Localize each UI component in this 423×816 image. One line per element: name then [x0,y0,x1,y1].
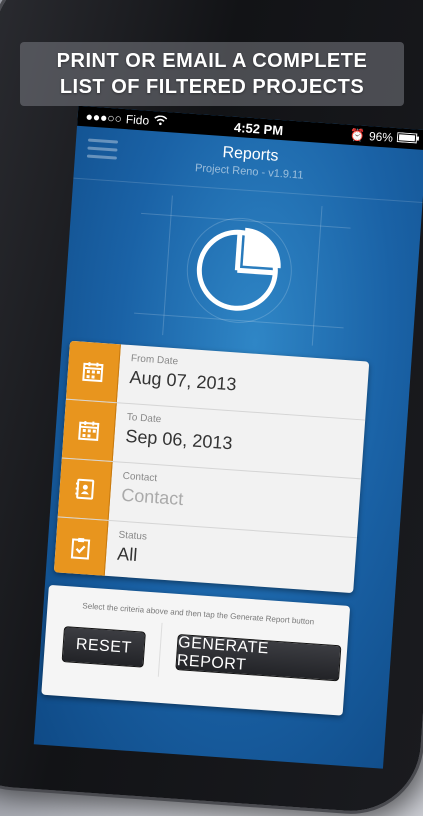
carrier-name: Fido [125,112,149,128]
calendar-icon [66,341,121,402]
clipboard-check-icon [54,517,109,578]
signal-icon: ●●●○○ [85,109,122,125]
instruction-text: Select the criteria above and then tap t… [47,599,349,629]
banner-line-2: LIST OF FILTERED PROJECTS [60,74,364,100]
from-date-label: From Date [131,353,179,367]
banner-line-1: PRINT OR EMAIL A COMPLETE [57,48,368,74]
wifi-icon [153,114,168,129]
pie-chart-icon [63,179,423,353]
alarm-icon: ⏰ [350,128,366,143]
contact-value: Contact [121,485,184,510]
reset-button[interactable]: RESET [62,626,146,668]
calendar-icon [62,400,117,461]
to-date-label: To Date [126,412,161,425]
status-label: Status [118,530,147,543]
phone-screen: ●●●○○ Fido 4:52 PM ⏰ 96% Reports Project… [34,106,423,769]
status-value: All [117,544,138,566]
to-date-value: Sep 06, 2013 [125,426,233,454]
battery-icon [396,131,419,147]
report-hero [63,179,423,353]
clock: 4:52 PM [234,119,284,137]
button-divider [158,623,163,677]
promo-banner: PRINT OR EMAIL A COMPLETE LIST OF FILTER… [20,42,404,106]
generate-report-button[interactable]: GENERATE REPORT [175,634,341,681]
from-date-value: Aug 07, 2013 [129,367,237,395]
contact-book-icon [58,458,113,519]
contact-label: Contact [122,471,157,484]
battery-percent: 96% [368,129,393,145]
action-panel: Select the criteria above and then tap t… [41,585,350,716]
report-criteria-form: From Date Aug 07, 2013 To Date Sep 06, 2… [54,341,369,593]
